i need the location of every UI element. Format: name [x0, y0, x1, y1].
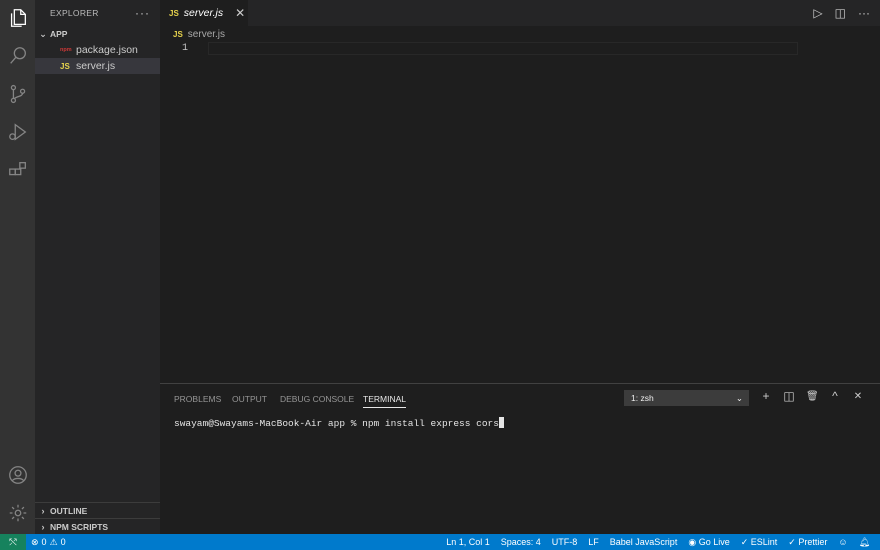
- terminal-cursor: [498, 417, 504, 428]
- current-line-highlight: [208, 42, 798, 55]
- chevron-right-icon: ›: [41, 506, 45, 516]
- outline-section[interactable]: › OUTLINE: [35, 502, 160, 519]
- js-file-icon: JS: [173, 29, 183, 39]
- status-bar: ⤲ ⊗ 0 ⚠ 0 Ln 1, Col 1 Spaces: 4 UTF-8 LF…: [0, 534, 880, 550]
- folder-name: APP: [50, 29, 68, 39]
- bell-icon[interactable]: 🔔︎: [859, 537, 870, 548]
- editor-actions: ▷ ◫ ···: [813, 0, 870, 26]
- more-actions-icon[interactable]: ···: [858, 6, 870, 20]
- check-icon: ✓: [740, 536, 751, 547]
- go-live-button[interactable]: ◉ Go Live: [688, 537, 729, 548]
- explorer-sidebar: EXPLORER ··· ⌄ APP npm package.json JS s…: [35, 0, 160, 534]
- trash-icon[interactable]: 🗑: [806, 391, 819, 402]
- js-file-icon: JS: [60, 61, 70, 71]
- tab-server-js[interactable]: JS server.js ✕: [160, 0, 248, 26]
- warning-count: 0: [60, 537, 66, 547]
- terminal-output[interactable]: swayam@Swayams-MacBook-Air app % npm ins…: [174, 417, 504, 429]
- indentation[interactable]: Spaces: 4: [501, 537, 541, 547]
- tab-terminal[interactable]: TERMINAL: [363, 394, 406, 408]
- encoding[interactable]: UTF-8: [552, 537, 578, 547]
- close-icon[interactable]: ✕: [235, 6, 245, 20]
- close-panel-icon[interactable]: ✕: [852, 391, 864, 402]
- error-icon: ⊗: [31, 536, 39, 547]
- problems-status[interactable]: ⊗ 0 ⚠ 0: [31, 534, 66, 550]
- feedback-icon[interactable]: ☺: [838, 537, 847, 547]
- eslint-status[interactable]: ✓ ESLint: [741, 537, 778, 548]
- terminal-command: swayam@Swayams-MacBook-Air app % npm ins…: [174, 418, 499, 429]
- go-live-label: Go Live: [698, 536, 730, 547]
- file-name: server.js: [76, 60, 116, 72]
- editor-tabbar: JS server.js ✕ ▷ ◫ ···: [160, 0, 880, 26]
- file-server-js[interactable]: JS server.js: [35, 58, 160, 74]
- maximize-panel-icon[interactable]: ^: [829, 389, 841, 403]
- tab-problems[interactable]: PROBLEMS: [174, 394, 221, 404]
- npm-scripts-title: NPM SCRIPTS: [50, 522, 109, 532]
- file-package-json[interactable]: npm package.json: [35, 42, 160, 58]
- npm-scripts-section[interactable]: › NPM SCRIPTS: [35, 518, 160, 535]
- remote-icon[interactable]: ⤲: [0, 534, 26, 550]
- end-of-line[interactable]: LF: [588, 537, 599, 547]
- activity-bar: [0, 0, 35, 534]
- account-icon[interactable]: [0, 457, 35, 493]
- code-editor[interactable]: 1: [160, 42, 880, 382]
- folder-app[interactable]: ⌄ APP: [35, 26, 160, 42]
- panel-actions: + ◫ 🗑 ^ ✕: [760, 389, 864, 403]
- terminal-select-value: 1: zsh: [631, 393, 654, 403]
- split-editor-icon[interactable]: ◫: [835, 6, 846, 20]
- search-icon[interactable]: [0, 38, 35, 74]
- gear-icon[interactable]: [0, 495, 35, 531]
- eslint-label: ESLint: [750, 536, 778, 547]
- new-terminal-icon[interactable]: +: [760, 389, 772, 403]
- warning-icon: ⚠: [49, 536, 58, 547]
- prettier-label: Prettier: [798, 536, 828, 547]
- outline-title: OUTLINE: [50, 506, 88, 516]
- run-icon[interactable]: ▷: [813, 6, 822, 20]
- terminal-select[interactable]: 1: zsh ⌄: [624, 390, 749, 406]
- run-debug-icon[interactable]: [0, 114, 35, 150]
- status-right: Ln 1, Col 1 Spaces: 4 UTF-8 LF Babel Jav…: [446, 534, 870, 550]
- source-control-icon[interactable]: [0, 76, 35, 112]
- chevron-down-icon: ⌄: [39, 28, 47, 39]
- bottom-panel: PROBLEMS OUTPUT DEBUG CONSOLE TERMINAL 1…: [160, 383, 880, 534]
- breadcrumb[interactable]: JS server.js: [160, 26, 225, 42]
- js-file-icon: JS: [169, 8, 179, 18]
- line-number: 1: [182, 43, 189, 54]
- language-mode[interactable]: Babel JavaScript: [610, 537, 678, 547]
- more-actions-icon[interactable]: ···: [135, 6, 150, 20]
- check-icon: ✓: [788, 536, 799, 547]
- broadcast-icon: ◉: [688, 536, 699, 547]
- breadcrumb-file[interactable]: server.js: [188, 29, 225, 40]
- error-count: 0: [41, 537, 47, 547]
- explorer-title: EXPLORER: [50, 8, 99, 18]
- chevron-down-icon: ⌄: [735, 392, 743, 403]
- files-icon[interactable]: [0, 0, 35, 36]
- prettier-status[interactable]: ✓ Prettier: [788, 537, 827, 548]
- tab-label: server.js: [183, 7, 224, 19]
- split-terminal-icon[interactable]: ◫: [783, 389, 795, 403]
- npm-file-icon: npm: [60, 47, 72, 53]
- file-name: package.json: [76, 44, 138, 56]
- explorer-header: EXPLORER ···: [35, 0, 160, 26]
- chevron-right-icon: ›: [41, 522, 45, 532]
- extensions-icon[interactable]: [0, 152, 35, 188]
- cursor-position[interactable]: Ln 1, Col 1: [446, 537, 490, 547]
- tab-output[interactable]: OUTPUT: [232, 394, 267, 404]
- tab-debug-console[interactable]: DEBUG CONSOLE: [280, 394, 354, 404]
